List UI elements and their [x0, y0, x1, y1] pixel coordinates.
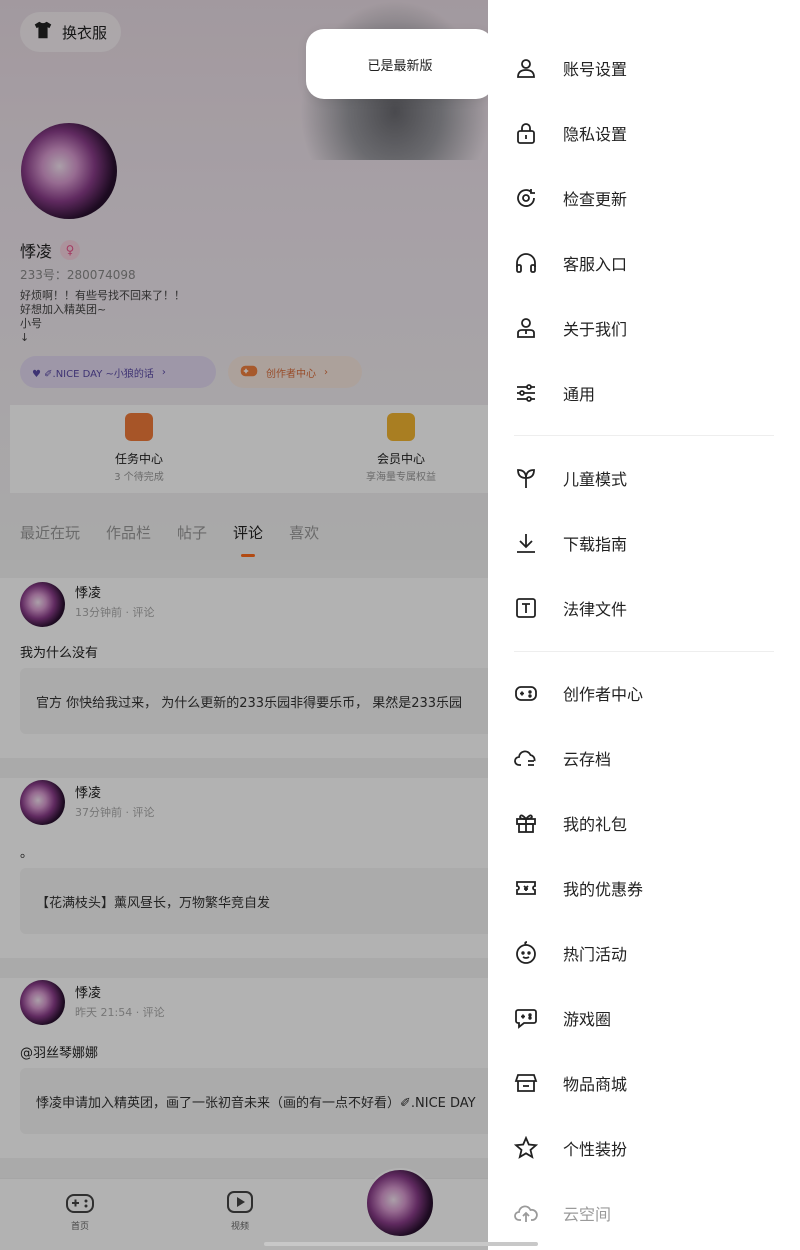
- game-chat-icon: [514, 1006, 538, 1030]
- gamepad-icon: [514, 681, 538, 705]
- user-icon: [514, 56, 538, 80]
- person-badge-icon: [514, 316, 538, 340]
- menu-item-label: 隐私设置: [563, 125, 628, 144]
- menu-item-personal-decor[interactable]: 个性装扮: [488, 1122, 800, 1174]
- toast-text: 已是最新版: [367, 58, 433, 74]
- home-indicator[interactable]: [264, 1242, 538, 1246]
- menu-item-hot-events[interactable]: 热门活动: [488, 927, 800, 979]
- document-t-icon: [514, 596, 538, 620]
- store-icon: [514, 1071, 538, 1095]
- menu-item-cloud-space[interactable]: 云空间: [488, 1187, 800, 1239]
- menu-item-creator-center[interactable]: 创作者中心: [488, 667, 800, 719]
- menu-item-label: 儿童模式: [563, 470, 628, 489]
- menu-item-customer-service[interactable]: 客服入口: [488, 237, 800, 289]
- download-icon: [514, 531, 538, 555]
- settings-drawer: 账号设置 隐私设置 检查更新 客服入口 关于我们 通用 儿童模式 下载指南 法律…: [488, 0, 800, 1250]
- menu-item-label: 热门活动: [563, 945, 628, 964]
- menu-item-label: 我的优惠券: [563, 880, 644, 899]
- menu-item-label: 下载指南: [563, 535, 628, 554]
- menu-item-label: 物品商城: [563, 1075, 628, 1094]
- toast: 已是最新版: [306, 29, 494, 99]
- headphones-icon: [514, 251, 538, 275]
- refresh-icon: [514, 186, 538, 210]
- cloud-upload-icon: [514, 1201, 538, 1225]
- menu-item-account-settings[interactable]: 账号设置: [488, 42, 800, 94]
- menu-item-label: 检查更新: [563, 190, 628, 209]
- menu-item-about-us[interactable]: 关于我们: [488, 302, 800, 354]
- ticket-icon: [514, 876, 538, 900]
- menu-item-label: 云存档: [563, 750, 612, 769]
- menu-item-label: 客服入口: [563, 255, 628, 274]
- menu-item-label: 云空间: [563, 1205, 612, 1224]
- menu-item-kids-mode[interactable]: 儿童模式: [488, 452, 800, 504]
- menu-item-label: 游戏圈: [563, 1010, 612, 1029]
- menu-item-my-coupons[interactable]: 我的优惠券: [488, 862, 800, 914]
- cloud-save-icon: [514, 746, 538, 770]
- lock-icon: [514, 121, 538, 145]
- gift-icon: [514, 811, 538, 835]
- menu-item-label: 通用: [563, 385, 596, 404]
- menu-item-privacy-settings[interactable]: 隐私设置: [488, 107, 800, 159]
- menu-item-legal-documents[interactable]: 法律文件: [488, 582, 800, 634]
- smiley-icon: [514, 941, 538, 965]
- menu-item-label: 关于我们: [563, 320, 628, 339]
- menu-item-check-update[interactable]: 检查更新: [488, 172, 800, 224]
- sliders-icon: [514, 381, 538, 405]
- menu-item-item-store[interactable]: 物品商城: [488, 1057, 800, 1109]
- menu-item-label: 创作者中心: [563, 685, 644, 704]
- menu-divider: [514, 651, 774, 652]
- menu-item-game-circle[interactable]: 游戏圈: [488, 992, 800, 1044]
- star-icon: [514, 1136, 538, 1160]
- sprout-icon: [514, 466, 538, 490]
- menu-item-download-guide[interactable]: 下载指南: [488, 517, 800, 569]
- menu-item-general[interactable]: 通用: [488, 367, 800, 419]
- menu-divider: [514, 435, 774, 436]
- menu-item-cloud-save[interactable]: 云存档: [488, 732, 800, 784]
- menu-item-label: 法律文件: [563, 600, 628, 619]
- menu-item-label: 账号设置: [563, 60, 628, 79]
- menu-item-label: 个性装扮: [563, 1140, 628, 1159]
- menu-item-label: 我的礼包: [563, 815, 628, 834]
- menu-item-my-gifts[interactable]: 我的礼包: [488, 797, 800, 849]
